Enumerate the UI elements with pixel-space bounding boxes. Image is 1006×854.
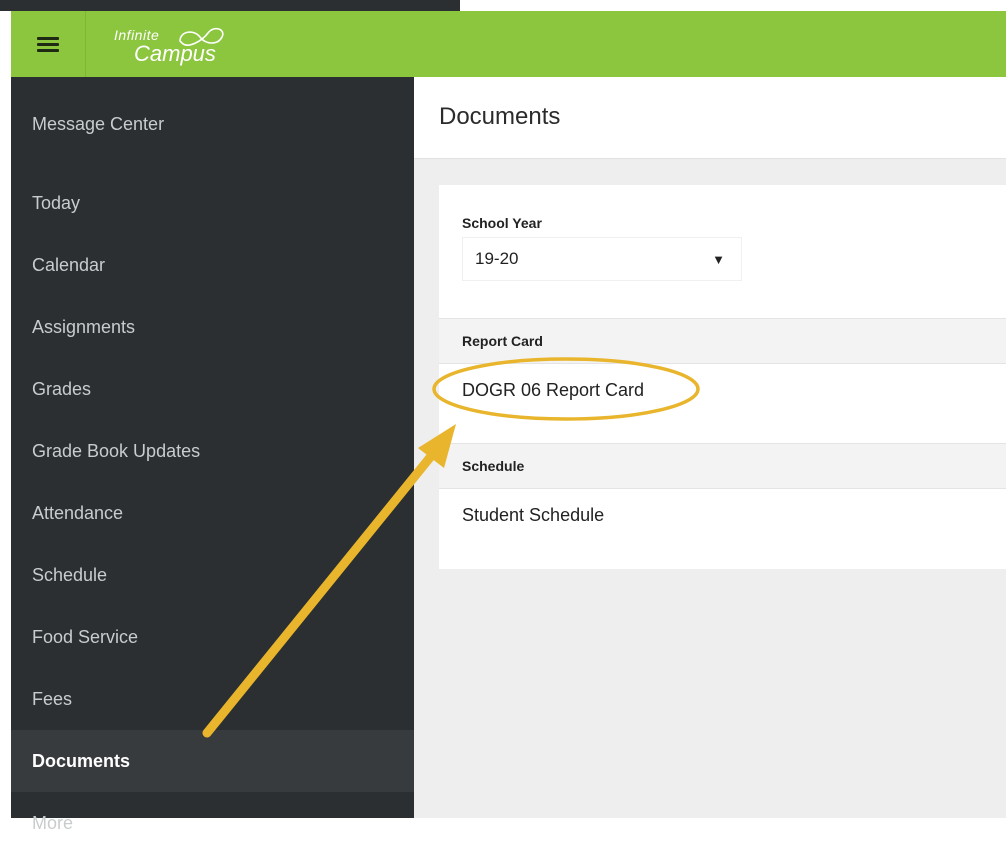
school-year-label: School Year — [462, 215, 542, 231]
top-strip — [0, 0, 1006, 11]
infinity-logo-icon — [179, 27, 224, 46]
sidebar-item-fees[interactable]: Fees — [11, 668, 414, 730]
top-strip-dark — [0, 0, 460, 11]
infinite-campus-logo[interactable]: Infinite Campus — [114, 19, 264, 69]
app-header: Infinite Campus — [11, 11, 1006, 77]
hamburger-icon — [37, 34, 59, 55]
sidebar-item-grade-book-updates[interactable]: Grade Book Updates — [11, 420, 414, 482]
menu-button[interactable] — [11, 11, 86, 77]
main-content: Documents School Year 19-20 ▼ Report Car… — [414, 77, 1006, 818]
sidebar-nav: Message Center Today Calendar Assignment… — [11, 77, 414, 833]
sidebar-item-food-service[interactable]: Food Service — [11, 606, 414, 668]
sidebar-item-calendar[interactable]: Calendar — [11, 234, 414, 296]
page-title: Documents — [439, 103, 561, 130]
sidebar-item-attendance[interactable]: Attendance — [11, 482, 414, 544]
page-header: Documents — [414, 77, 1006, 159]
documents-card: School Year 19-20 ▼ Report Card DOGR 06 … — [439, 185, 1006, 569]
school-year-select[interactable]: 19-20 ▼ — [462, 237, 742, 281]
sidebar-item-today[interactable]: Today — [11, 172, 414, 234]
school-year-value: 19-20 — [475, 249, 519, 268]
sidebar-item-assignments[interactable]: Assignments — [11, 296, 414, 358]
sidebar-item-grades[interactable]: Grades — [11, 358, 414, 420]
section-heading-schedule: Schedule — [439, 443, 1006, 489]
document-link-student-schedule[interactable]: Student Schedule — [462, 505, 604, 526]
document-link-report-card[interactable]: DOGR 06 Report Card — [462, 380, 644, 401]
sidebar-item-more[interactable]: More — [11, 792, 414, 854]
dropdown-caret-icon: ▼ — [712, 252, 725, 267]
sidebar-item-message-center[interactable]: Message Center — [11, 77, 414, 172]
section-heading-report-card: Report Card — [439, 318, 1006, 364]
sidebar-item-schedule[interactable]: Schedule — [11, 544, 414, 606]
sidebar-item-documents[interactable]: Documents — [11, 730, 414, 792]
